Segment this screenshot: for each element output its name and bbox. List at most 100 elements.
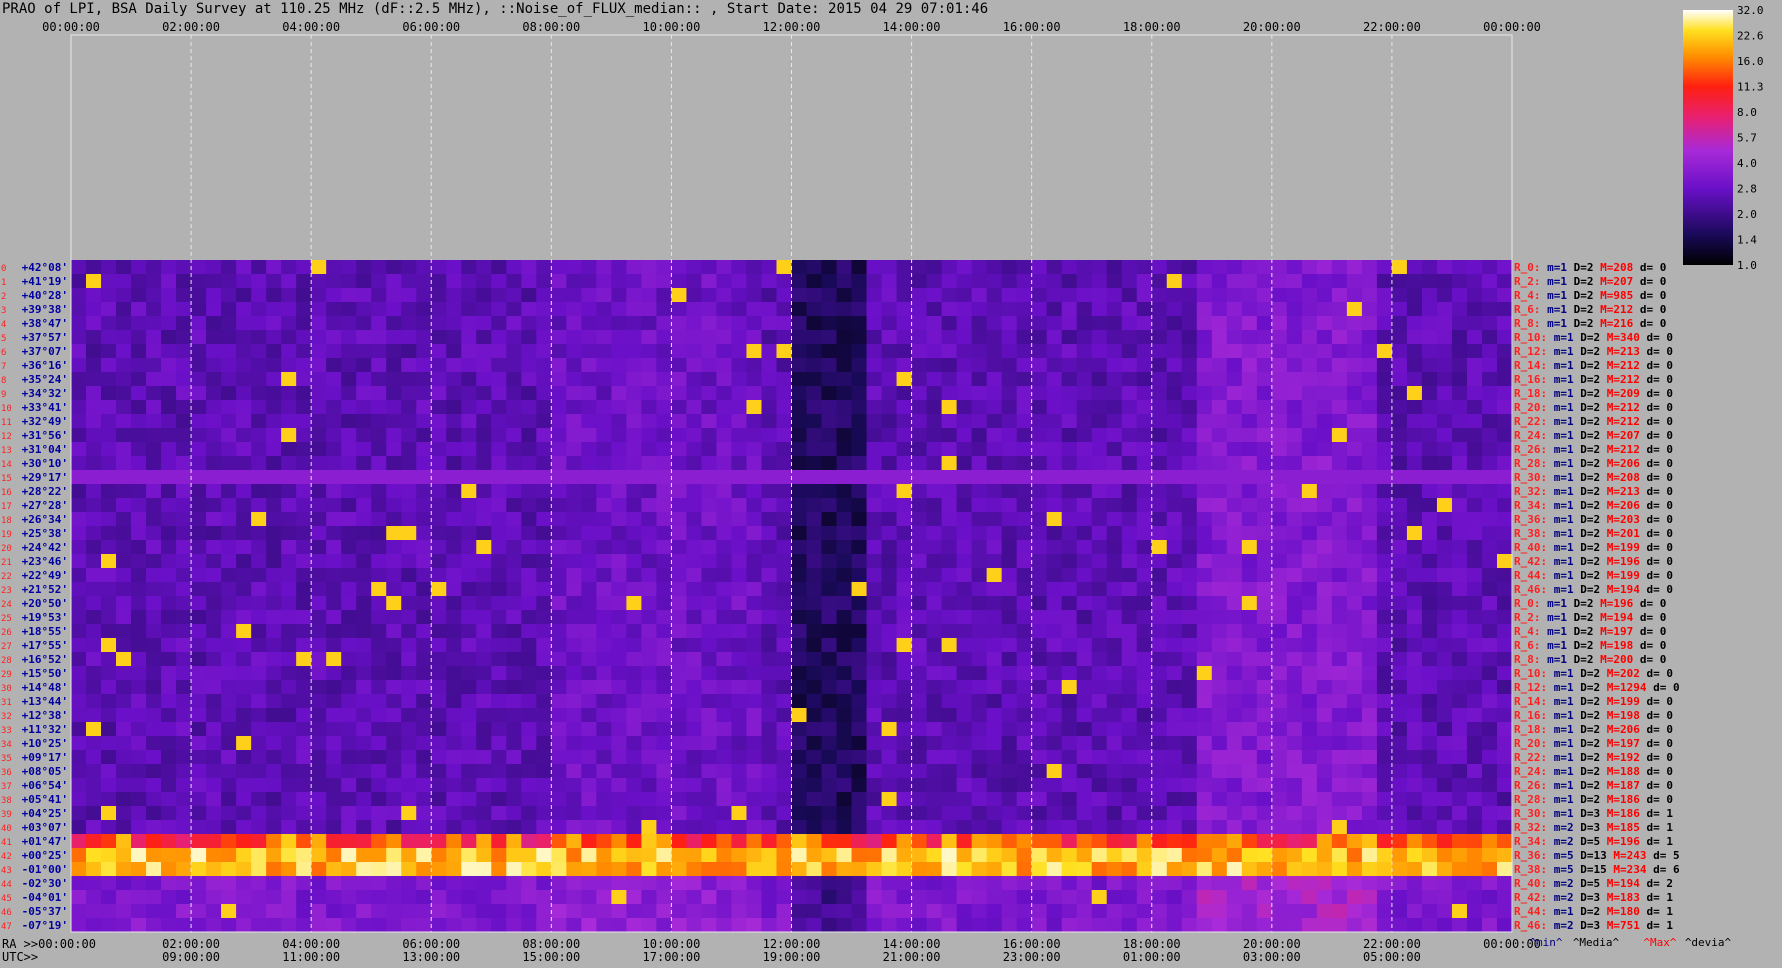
heatmap-cell bbox=[311, 652, 327, 666]
heatmap-cell bbox=[1391, 582, 1408, 596]
heatmap-cell bbox=[131, 400, 147, 414]
heatmap-cell bbox=[716, 736, 733, 750]
heatmap-cell bbox=[956, 904, 973, 918]
heatmap-cell bbox=[956, 596, 973, 610]
heatmap-cell bbox=[596, 386, 612, 400]
heatmap-cell bbox=[386, 582, 402, 596]
heatmap-cell bbox=[1106, 512, 1123, 526]
heatmap-cell bbox=[566, 918, 582, 932]
heatmap-cell bbox=[911, 708, 928, 722]
heatmap-cell bbox=[296, 386, 312, 400]
heatmap-cell bbox=[986, 596, 1003, 610]
heatmap-cell bbox=[86, 470, 102, 484]
heatmap-cell bbox=[851, 876, 868, 890]
heatmap-cell bbox=[596, 302, 612, 316]
heatmap-cell bbox=[1391, 764, 1408, 778]
heatmap-cell bbox=[431, 750, 447, 764]
heatmap-cell bbox=[431, 428, 447, 442]
declination-label: -05°37' bbox=[22, 905, 68, 918]
heatmap-cell bbox=[326, 680, 342, 694]
heatmap-cell bbox=[1421, 526, 1438, 540]
ra-top-tick-label: 20:00:00 bbox=[1243, 20, 1301, 34]
heatmap-cell bbox=[101, 568, 117, 582]
heatmap-cell bbox=[581, 582, 597, 596]
heatmap-cell bbox=[1346, 876, 1363, 890]
heatmap-cell bbox=[506, 442, 522, 456]
heatmap-cell bbox=[806, 848, 823, 862]
heatmap-cell bbox=[536, 736, 552, 750]
heatmap-cell bbox=[1331, 792, 1348, 806]
heatmap-cell bbox=[1346, 386, 1363, 400]
heatmap-cell bbox=[1301, 806, 1318, 820]
heatmap-cell bbox=[131, 820, 147, 834]
heatmap-cell bbox=[836, 904, 853, 918]
heatmap-cell bbox=[1016, 638, 1033, 652]
heatmap-cell bbox=[1436, 526, 1453, 540]
heatmap-cell bbox=[1151, 764, 1168, 778]
heatmap-cell bbox=[851, 554, 868, 568]
heatmap-cell bbox=[1211, 260, 1228, 274]
heatmap-cell bbox=[611, 274, 627, 288]
heatmap-cell bbox=[1451, 512, 1468, 526]
heatmap-cell bbox=[776, 386, 793, 400]
heatmap-cell bbox=[776, 330, 793, 344]
heatmap-cell bbox=[1286, 358, 1303, 372]
heatmap-cell bbox=[701, 386, 718, 400]
heatmap-cell bbox=[701, 820, 718, 834]
heatmap-cell bbox=[761, 484, 778, 498]
heatmap-cell bbox=[116, 456, 132, 470]
heatmap-cell bbox=[1376, 722, 1393, 736]
heatmap-cell bbox=[866, 736, 883, 750]
heatmap-cell bbox=[956, 764, 973, 778]
heatmap-cell bbox=[1376, 512, 1393, 526]
heatmap-cell bbox=[1196, 596, 1213, 610]
row-index-label: 37 bbox=[1, 782, 12, 792]
heatmap-cell bbox=[671, 708, 688, 722]
heatmap-cell bbox=[191, 722, 207, 736]
heatmap-cell bbox=[941, 316, 958, 330]
heatmap-cell bbox=[1121, 652, 1138, 666]
heatmap-cell bbox=[1031, 722, 1048, 736]
heatmap-cell bbox=[836, 610, 853, 624]
row-index-label: 9 bbox=[1, 390, 6, 400]
heatmap-cell bbox=[446, 918, 462, 932]
heatmap-cell bbox=[566, 722, 582, 736]
heatmap-cell bbox=[1436, 456, 1453, 470]
row-stats-label: R_28: m=1 D=2 M=186 d= 0 bbox=[1514, 793, 1673, 806]
heatmap-cell bbox=[1061, 708, 1078, 722]
heatmap-cell bbox=[401, 484, 417, 498]
heatmap-cell bbox=[266, 806, 282, 820]
heatmap-cell bbox=[1481, 848, 1498, 862]
colorbar-tick-label: 32.0 bbox=[1737, 4, 1764, 17]
heatmap-cell bbox=[1466, 876, 1483, 890]
heatmap-cell bbox=[611, 638, 627, 652]
heatmap-cell bbox=[881, 582, 898, 596]
heatmap-cell bbox=[806, 764, 823, 778]
heatmap-cell bbox=[806, 876, 823, 890]
heatmap-cell bbox=[551, 484, 567, 498]
heatmap-cell bbox=[1001, 834, 1018, 848]
heatmap-cell bbox=[1346, 764, 1363, 778]
heatmap-cell bbox=[596, 736, 612, 750]
heatmap-cell bbox=[851, 260, 868, 274]
heatmap-cell bbox=[911, 904, 928, 918]
heatmap-cell bbox=[236, 302, 252, 316]
heatmap-cell bbox=[776, 848, 793, 862]
heatmap-cell bbox=[956, 526, 973, 540]
heatmap-cell bbox=[581, 862, 597, 876]
heatmap-cell bbox=[266, 666, 282, 680]
heatmap-cell bbox=[1421, 260, 1438, 274]
heatmap-cell bbox=[536, 554, 552, 568]
heatmap-cell bbox=[761, 610, 778, 624]
heatmap-cell bbox=[221, 302, 237, 316]
heatmap-cell bbox=[791, 316, 808, 330]
heatmap-cell bbox=[1391, 484, 1408, 498]
heatmap-cell bbox=[176, 610, 192, 624]
heatmap-cell bbox=[821, 358, 838, 372]
heatmap-cell bbox=[911, 456, 928, 470]
heatmap-cell bbox=[851, 806, 868, 820]
heatmap-cell bbox=[101, 344, 117, 358]
heatmap-cell bbox=[881, 820, 898, 834]
heatmap-cell bbox=[1151, 568, 1168, 582]
heatmap-cell bbox=[1076, 890, 1093, 904]
